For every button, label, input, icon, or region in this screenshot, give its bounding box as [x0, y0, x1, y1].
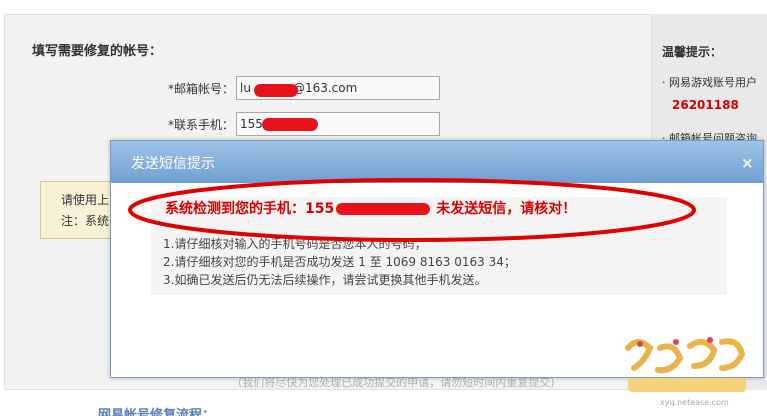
notice-line: 请使用上: [61, 193, 110, 207]
notice-line: 注：系统: [61, 214, 110, 228]
phone-row: *联系手机： 155: [148, 112, 440, 136]
hotline-number: 26201188: [672, 98, 739, 112]
close-icon[interactable]: ×: [741, 154, 754, 172]
dialog-header: 发送短信提示 ×: [111, 141, 763, 183]
email-row: *邮箱帐号： lu @163.com: [148, 76, 440, 100]
section-title: 填写需要修复的帐号：: [32, 44, 163, 59]
page: 填写需要修复的帐号： *邮箱帐号： lu @163.com *联系手机： 155 …: [0, 0, 767, 416]
redaction-mark: [336, 203, 431, 215]
alert-message: 系统检测到您的手机：155 未发送短信，请核对！: [165, 198, 576, 218]
phone-label: *联系手机：: [167, 117, 234, 132]
alert-suffix: 未发送短信，请核对！: [436, 201, 577, 217]
phone-prefix: 155: [240, 117, 263, 131]
instruction-step: 1.请仔细核对输入的手机号码是否您本人的号码；: [163, 237, 427, 251]
redaction-mark: [254, 84, 298, 97]
email-prefix: lu: [240, 81, 251, 95]
notice-box: 请使用上 注：系统: [40, 181, 118, 239]
logo-url: xyq.netease.com: [660, 398, 729, 407]
tip-item-text: 网易游戏账号用户: [669, 76, 757, 89]
instruction-step: 2.请仔细核对您的手机是否成功发送 1 至 1069 8163 0163 34；: [163, 255, 516, 269]
email-suffix: @163.com: [292, 81, 358, 95]
alert-prefix: 系统检测到您的手机：155: [165, 201, 335, 217]
email-label: *邮箱帐号：: [167, 81, 234, 96]
redaction-mark: [262, 118, 318, 131]
repair-process-link[interactable]: 网易帐号修复流程：: [98, 404, 215, 416]
dialog-title: 发送短信提示: [131, 156, 215, 172]
instruction-step: 3.如确已发送后仍无法后续操作，请尝试更换其他手机发送。: [163, 273, 487, 287]
tips-title: 温馨提示：: [662, 45, 723, 59]
tip-item: · 网易游戏账号用户: [662, 76, 757, 89]
